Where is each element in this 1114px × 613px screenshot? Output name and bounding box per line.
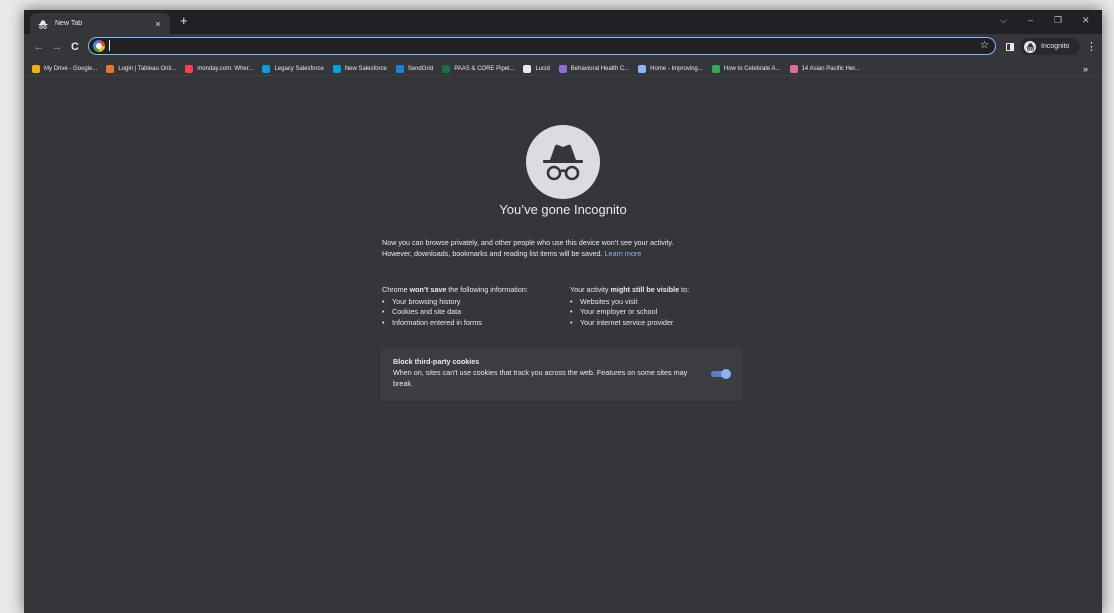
profile-button[interactable]: Incognito (1020, 38, 1080, 55)
restore-button[interactable]: ❐ (1054, 14, 1062, 26)
incognito-icon (37, 18, 49, 30)
bookmark-item[interactable]: My Drive - Google... (32, 65, 97, 73)
bookmark-item[interactable]: Behavioral Health C... (558, 65, 630, 73)
bookmark-label: Behavioral Health C... (570, 66, 630, 72)
description-line-1: Now you can browse privately, and other … (382, 238, 674, 247)
bookmark-item[interactable]: PAAS & CORE Pipel... (442, 65, 514, 73)
bookmark-item[interactable]: How to Celebrate A... (711, 65, 781, 73)
bookmarks-list: My Drive - Google... Login | Tableau Onli… (32, 62, 869, 76)
bookmark-item[interactable]: 14 Asian Pacific Her... (789, 65, 860, 73)
back-button[interactable]: ← (32, 40, 46, 54)
list-item: Your employer or school (570, 307, 689, 318)
browser-window: New Tab × + ⌵ – ❐ ✕ ← → C ☆ Incognito ⋮ … (24, 10, 1102, 613)
bookmark-label: Lucid (535, 66, 550, 72)
text-caret (109, 40, 110, 51)
bookmarks-bar: My Drive - Google... Login | Tableau Onli… (24, 62, 1102, 76)
learn-more-link[interactable]: Learn more (605, 249, 642, 258)
bookmark-label: SendGrid (407, 66, 434, 72)
toolbar: ← → C ☆ Incognito ⋮ (24, 34, 1102, 62)
list-item: Your internet service provider (570, 318, 689, 329)
incognito-page: You’ve gone Incognito Now you can browse… (24, 76, 1102, 613)
wont-save-list: Chrome won’t save the following informat… (382, 285, 528, 328)
salesforce-icon (262, 65, 271, 73)
description-line-2: However, downloads, bookmarks and readin… (382, 248, 762, 259)
wont-save-heading-bold: won’t save (409, 285, 447, 294)
bookmark-label: New Salesforce (344, 66, 387, 72)
incognito-hero-icon (526, 125, 600, 199)
profile-label: Incognito (1041, 43, 1070, 50)
window-close-button[interactable]: ✕ (1082, 14, 1090, 26)
pink-square-icon (789, 65, 798, 73)
monday-icon (185, 65, 194, 73)
reload-button[interactable]: C (68, 40, 82, 54)
tab-title: New Tab (55, 20, 83, 27)
google-drive-icon (32, 65, 40, 73)
still-visible-heading: Your activity might still be visible to: (570, 285, 689, 296)
bookmark-item[interactable]: Home - Improving... (638, 65, 703, 73)
list-item: Information entered in forms (382, 318, 528, 329)
bookmark-label: Legacy Salesforce (274, 66, 324, 72)
bookmark-label: My Drive - Google... (44, 66, 98, 72)
third-party-cookies-card: Block third-party cookies When on, sites… (381, 349, 742, 401)
tab-strip: New Tab × + ⌵ – ❐ ✕ (24, 10, 1102, 34)
bookmark-label: monday.com: Wher... (197, 66, 254, 72)
tab-new-tab[interactable]: New Tab × (30, 13, 170, 34)
wont-save-heading-post: the following information: (446, 285, 528, 294)
cookies-description: When on, sites can't use cookies that tr… (393, 368, 688, 388)
still-visible-heading-pre: Your activity (570, 285, 611, 294)
bookmarks-overflow-icon[interactable]: » (1083, 63, 1088, 75)
bookmark-star-icon[interactable]: ☆ (980, 39, 989, 52)
page-title: You’ve gone Incognito (499, 202, 627, 217)
bookmark-item[interactable]: Legacy Salesforce (262, 65, 324, 73)
side-panel-icon[interactable] (1006, 43, 1014, 51)
globe-icon (638, 65, 647, 73)
salesforce-icon (332, 65, 341, 73)
bookmark-item[interactable]: New Salesforce (332, 65, 387, 73)
new-tab-button[interactable]: + (180, 14, 188, 28)
wont-save-heading: Chrome won’t save the following informat… (382, 285, 528, 296)
bookmark-item[interactable]: monday.com: Wher... (185, 65, 253, 73)
list-item: Cookies and site data (382, 307, 528, 318)
menu-kebab-icon[interactable]: ⋮ (1086, 40, 1097, 54)
cookies-title: Block third-party cookies (393, 357, 480, 366)
list-item: Your browsing history (382, 297, 528, 308)
still-visible-heading-bold: might still be visible (610, 285, 680, 294)
tableau-icon (106, 65, 115, 73)
forward-button[interactable]: → (50, 40, 64, 54)
still-visible-heading-post: to: (679, 285, 690, 294)
bookmark-item[interactable]: Login | Tableau Onli... (106, 65, 176, 73)
wont-save-heading-pre: Chrome (382, 285, 410, 294)
lucid-icon (523, 65, 532, 73)
incognito-description: Now you can browse privately, and other … (382, 237, 762, 259)
bookmark-item[interactable]: SendGrid (395, 65, 434, 73)
cookies-toggle[interactable] (711, 369, 731, 379)
incognito-avatar-icon (1024, 40, 1036, 53)
still-visible-list: Your activity might still be visible to:… (570, 285, 689, 328)
sendgrid-icon (395, 65, 404, 73)
bookmark-label: Login | Tableau Onli... (118, 66, 177, 72)
address-bar[interactable]: ☆ (88, 37, 996, 55)
toggle-knob (721, 369, 731, 379)
tab-close-icon[interactable]: × (153, 19, 163, 29)
bookmark-label: PAAS & CORE Pipel... (454, 66, 515, 72)
minimize-button[interactable]: – (1028, 14, 1033, 26)
bookmark-label: Home - Improving... (650, 66, 703, 72)
address-input[interactable] (109, 39, 949, 52)
list-item: Websites you visit (570, 297, 689, 308)
green-circle-icon (711, 65, 720, 73)
bookmark-label: 14 Asian Pacific Her... (801, 66, 860, 72)
google-icon (93, 40, 105, 52)
excel-icon (442, 65, 451, 73)
bookmark-label: How to Celebrate A... (723, 66, 781, 72)
description-line-2-text: However, downloads, bookmarks and readin… (382, 249, 603, 258)
bookmark-item[interactable]: Lucid (523, 65, 550, 73)
lucid-purple-icon (558, 65, 567, 73)
tab-search-icon[interactable]: ⌵ (1000, 14, 1007, 26)
